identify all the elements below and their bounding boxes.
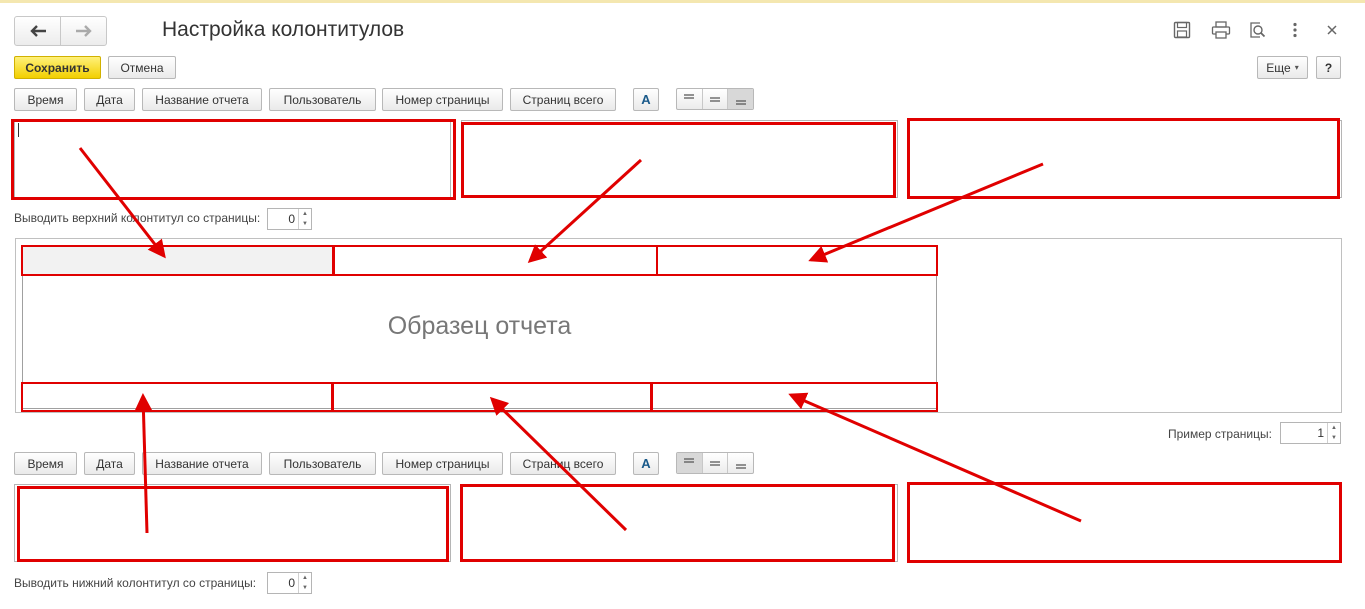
annotation-arrow bbox=[527, 158, 643, 264]
annotation-arrow bbox=[78, 147, 166, 259]
annotation-arrows bbox=[78, 147, 1082, 534]
annotation-arrow bbox=[489, 396, 628, 532]
annotation-arrow bbox=[788, 392, 1082, 523]
annotation-arrow bbox=[808, 162, 1044, 263]
annotation-arrow bbox=[134, 393, 153, 534]
